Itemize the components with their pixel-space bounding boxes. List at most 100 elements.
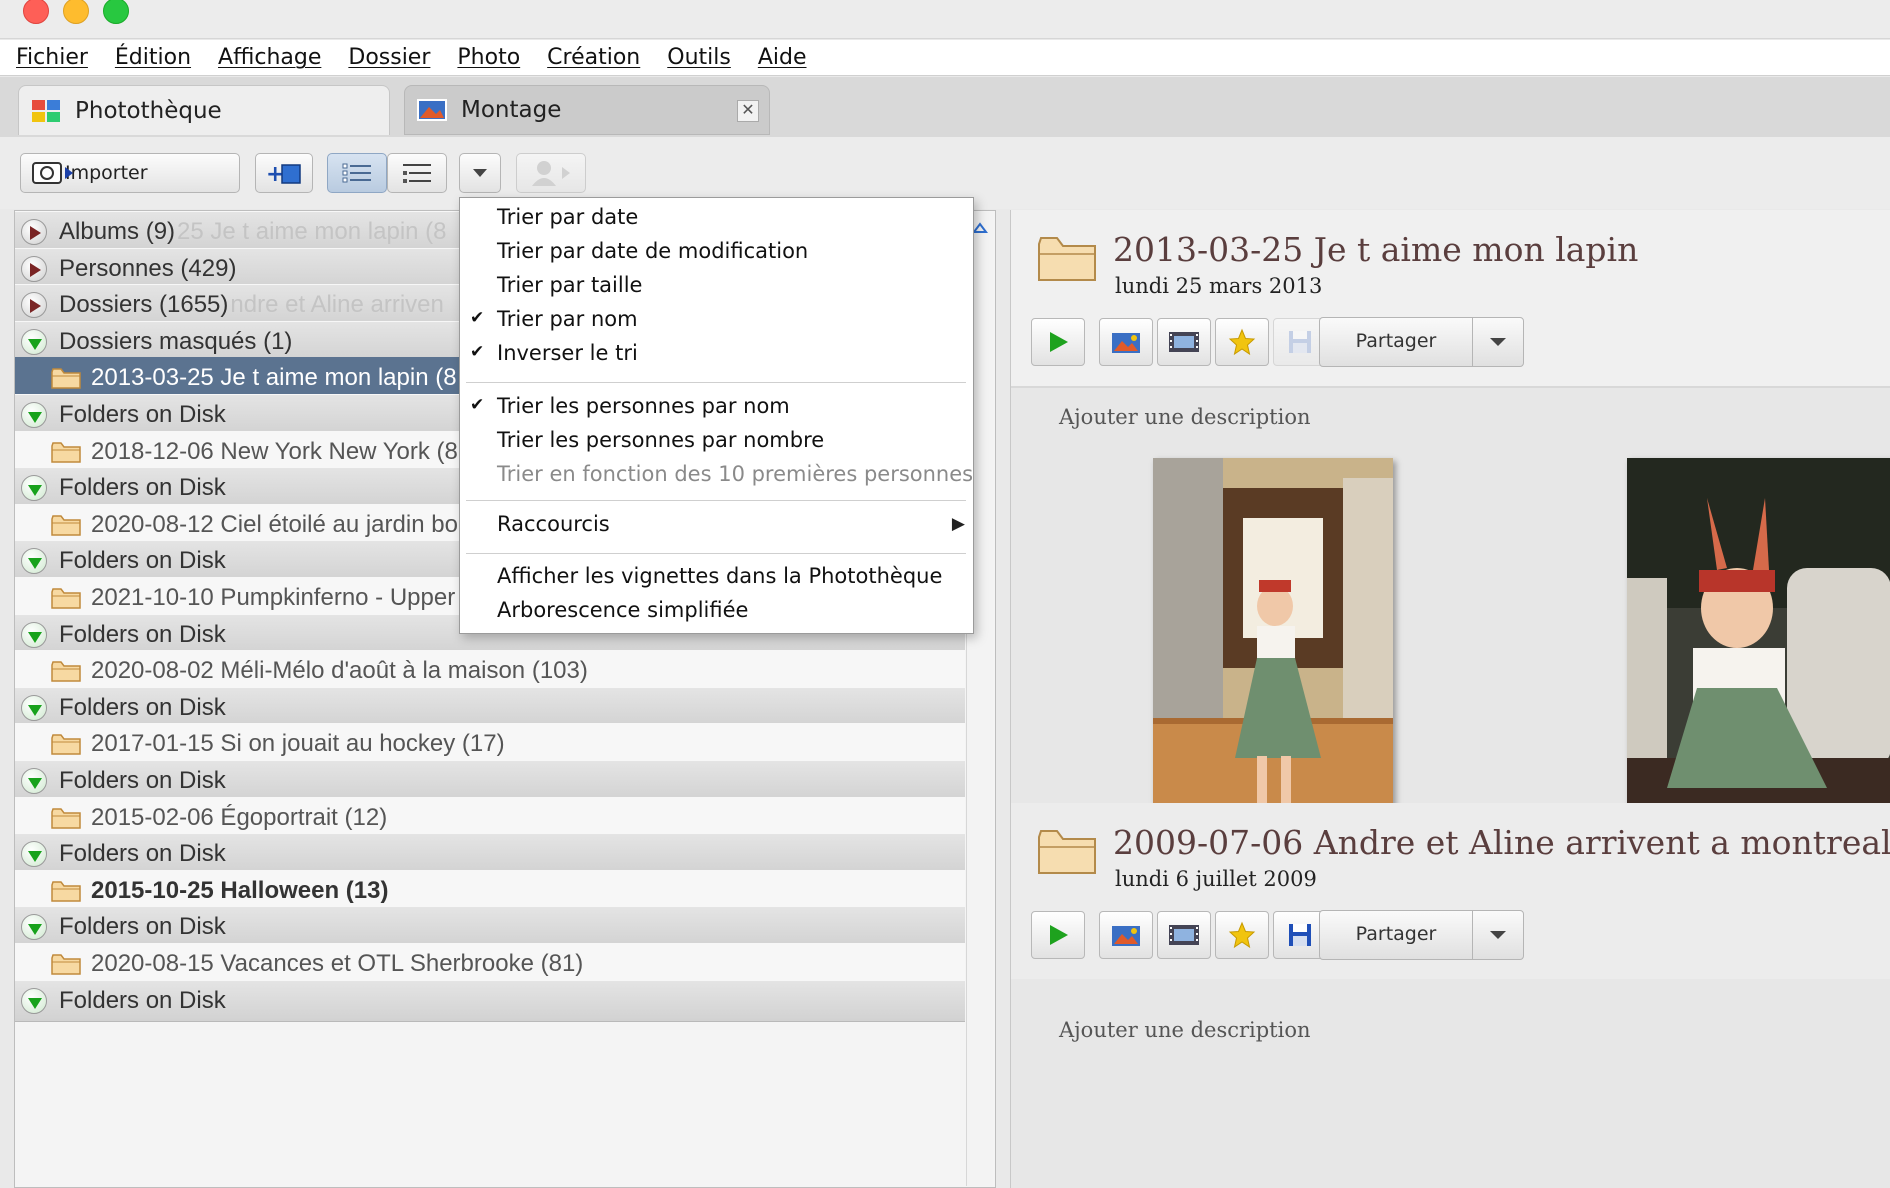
tree-row-label: 2017-01-15 Si on jouait au hockey (17) — [91, 730, 505, 758]
chevron-down-icon — [473, 169, 487, 177]
tree-row-label: Folders on Disk — [59, 547, 226, 575]
tree-row-label: Folders on Disk — [59, 986, 226, 1014]
menu-item-simplified-tree[interactable]: Arborescence simplifiée — [497, 598, 748, 622]
tree-view-icon — [403, 164, 431, 183]
menu-item-sort-people-by-name[interactable]: Trier les personnes par nom — [497, 394, 790, 418]
share-dropdown-button[interactable] — [1472, 318, 1524, 366]
disclosure-expanded-icon[interactable] — [21, 914, 47, 941]
folder-icon — [51, 368, 81, 390]
film-icon — [1169, 332, 1199, 352]
menu-item-shortcuts[interactable]: Raccourcis — [497, 512, 610, 536]
disclosure-expanded-icon[interactable] — [21, 841, 47, 868]
share-button[interactable]: Partager — [1319, 317, 1524, 367]
play-slideshow-button[interactable] — [1031, 911, 1085, 959]
floppy-disk-icon — [1289, 331, 1311, 353]
favorite-button[interactable] — [1215, 911, 1269, 959]
zoom-window-button[interactable] — [103, 0, 129, 24]
favorite-button[interactable] — [1215, 318, 1269, 366]
floppy-disk-icon — [1289, 924, 1311, 946]
menu-item-sort-people-by-count[interactable]: Trier les personnes par nombre — [497, 428, 824, 452]
tab-phototheque[interactable]: Photothèque — [18, 85, 390, 135]
tree-row-label: Dossiers masqués (1) — [59, 327, 293, 355]
share-button-label: Partager — [1355, 330, 1437, 352]
event-header: 2009-07-06 Andre et Aline arrivent a mon… — [1011, 803, 1890, 979]
disclosure-collapsed-icon[interactable] — [21, 255, 47, 282]
menu-creation[interactable]: Création — [547, 45, 640, 70]
tree-row-label: 2015-02-06 Égoportrait (12) — [91, 803, 388, 831]
people-button[interactable] — [516, 153, 586, 193]
tree-row-label: 2015-10-25 Halloween (13) — [91, 876, 389, 904]
list-view-button[interactable] — [327, 153, 387, 193]
disclosure-expanded-icon[interactable] — [21, 621, 47, 648]
share-button-label: Partager — [1355, 923, 1437, 945]
disclosure-expanded-icon[interactable] — [21, 768, 47, 794]
tree-view-button[interactable] — [387, 153, 447, 193]
edit-photos-button[interactable] — [1099, 318, 1153, 366]
menu-item-sort-by-date[interactable]: Trier par date — [497, 205, 638, 229]
tree-row-label: Albums (9) — [59, 218, 176, 245]
menu-affichage[interactable]: Affichage — [218, 45, 321, 70]
film-icon — [1169, 925, 1199, 945]
menu-item-reverse-sort[interactable]: Inverser le tri — [497, 341, 638, 365]
minimize-window-button[interactable] — [63, 0, 89, 24]
create-movie-button[interactable] — [1157, 318, 1211, 366]
chevron-down-icon — [1490, 931, 1506, 939]
disclosure-expanded-icon[interactable] — [21, 328, 47, 355]
folder-icon — [1038, 830, 1096, 874]
tree-row-label: Dossiers (1655) — [59, 291, 229, 319]
disclosure-expanded-icon[interactable] — [21, 987, 47, 1014]
tab-montage[interactable]: Montage ✕ — [404, 85, 770, 135]
event-view-panel: 2013-03-25 Je t aime mon lapin lundi 25 … — [1010, 210, 1890, 1188]
menu-item-show-thumbnails[interactable]: Afficher les vignettes dans la Photothèq… — [497, 564, 942, 588]
event-title[interactable]: 2009-07-06 Andre et Aline arrivent a mon… — [1113, 823, 1890, 862]
folder-icon — [51, 441, 81, 463]
person-icon — [532, 161, 570, 186]
list-view-icon — [342, 163, 371, 183]
folder-icon — [51, 661, 81, 682]
close-tab-icon[interactable]: ✕ — [737, 100, 759, 122]
add-description-field[interactable]: Ajouter une description — [1059, 405, 1311, 429]
event-title[interactable]: 2013-03-25 Je t aime mon lapin — [1113, 230, 1638, 269]
menu-separator — [466, 500, 966, 501]
tree-row-label: 2018-12-06 New York New York (8 — [91, 437, 458, 465]
menu-item-sort-by-modified-date[interactable]: Trier par date de modification — [497, 239, 808, 263]
menu-item-sort-by-name[interactable]: Trier par nom — [497, 307, 638, 331]
folder-icon — [51, 807, 81, 829]
tree-group-row[interactable]: Folders on Disk — [15, 979, 965, 1022]
share-dropdown-button[interactable] — [1472, 911, 1524, 959]
event-date: lundi 25 mars 2013 — [1115, 274, 1323, 298]
play-slideshow-button[interactable] — [1031, 318, 1085, 366]
disclosure-expanded-icon[interactable] — [21, 694, 47, 721]
tree-row-label: 2020-08-02 Méli-Mélo d'août à la maison … — [91, 657, 588, 685]
menu-item-sort-by-size[interactable]: Trier par taille — [497, 273, 642, 297]
menu-dossier[interactable]: Dossier — [348, 45, 430, 70]
sort-options-dropdown-button[interactable] — [459, 153, 501, 193]
share-button[interactable]: Partager — [1319, 910, 1524, 960]
tree-row-label: 2020-08-15 Vacances et OTL Sherbrooke (8… — [91, 950, 584, 977]
disclosure-expanded-icon[interactable] — [21, 475, 47, 502]
tree-row-label: Folders on Disk — [59, 767, 226, 794]
disclosure-collapsed-icon[interactable] — [21, 219, 47, 245]
menu-aide[interactable]: Aide — [758, 45, 807, 70]
edit-photos-button[interactable] — [1099, 911, 1153, 959]
tree-row-label: Folders on Disk — [59, 913, 226, 941]
landscape-photo-icon — [417, 99, 447, 121]
create-movie-button[interactable] — [1157, 911, 1211, 959]
disclosure-collapsed-icon[interactable] — [21, 292, 47, 319]
menu-bar: Fichier Édition Affichage Dossier Photo … — [0, 40, 1890, 76]
menu-fichier[interactable]: Fichier — [16, 45, 88, 70]
import-button[interactable]: Importer — [20, 153, 240, 193]
close-window-button[interactable] — [23, 0, 49, 24]
tree-row-label: Folders on Disk — [59, 474, 226, 502]
tree-row-label: 2020-08-12 Ciel étoilé au jardin bo — [91, 510, 458, 538]
add-folder-button[interactable]: + — [255, 153, 313, 193]
menu-edition[interactable]: Édition — [115, 45, 191, 70]
add-description-field[interactable]: Ajouter une description — [1059, 1018, 1311, 1042]
menu-outils[interactable]: Outils — [667, 45, 731, 70]
import-button-label: Importer — [65, 162, 148, 184]
disclosure-expanded-icon[interactable] — [21, 402, 47, 428]
menu-photo[interactable]: Photo — [457, 45, 520, 70]
menu-item-sort-top-10-people: Trier en fonction des 10 premières perso… — [497, 462, 974, 486]
tree-row-label: Folders on Disk — [59, 840, 226, 868]
disclosure-expanded-icon[interactable] — [21, 548, 47, 575]
